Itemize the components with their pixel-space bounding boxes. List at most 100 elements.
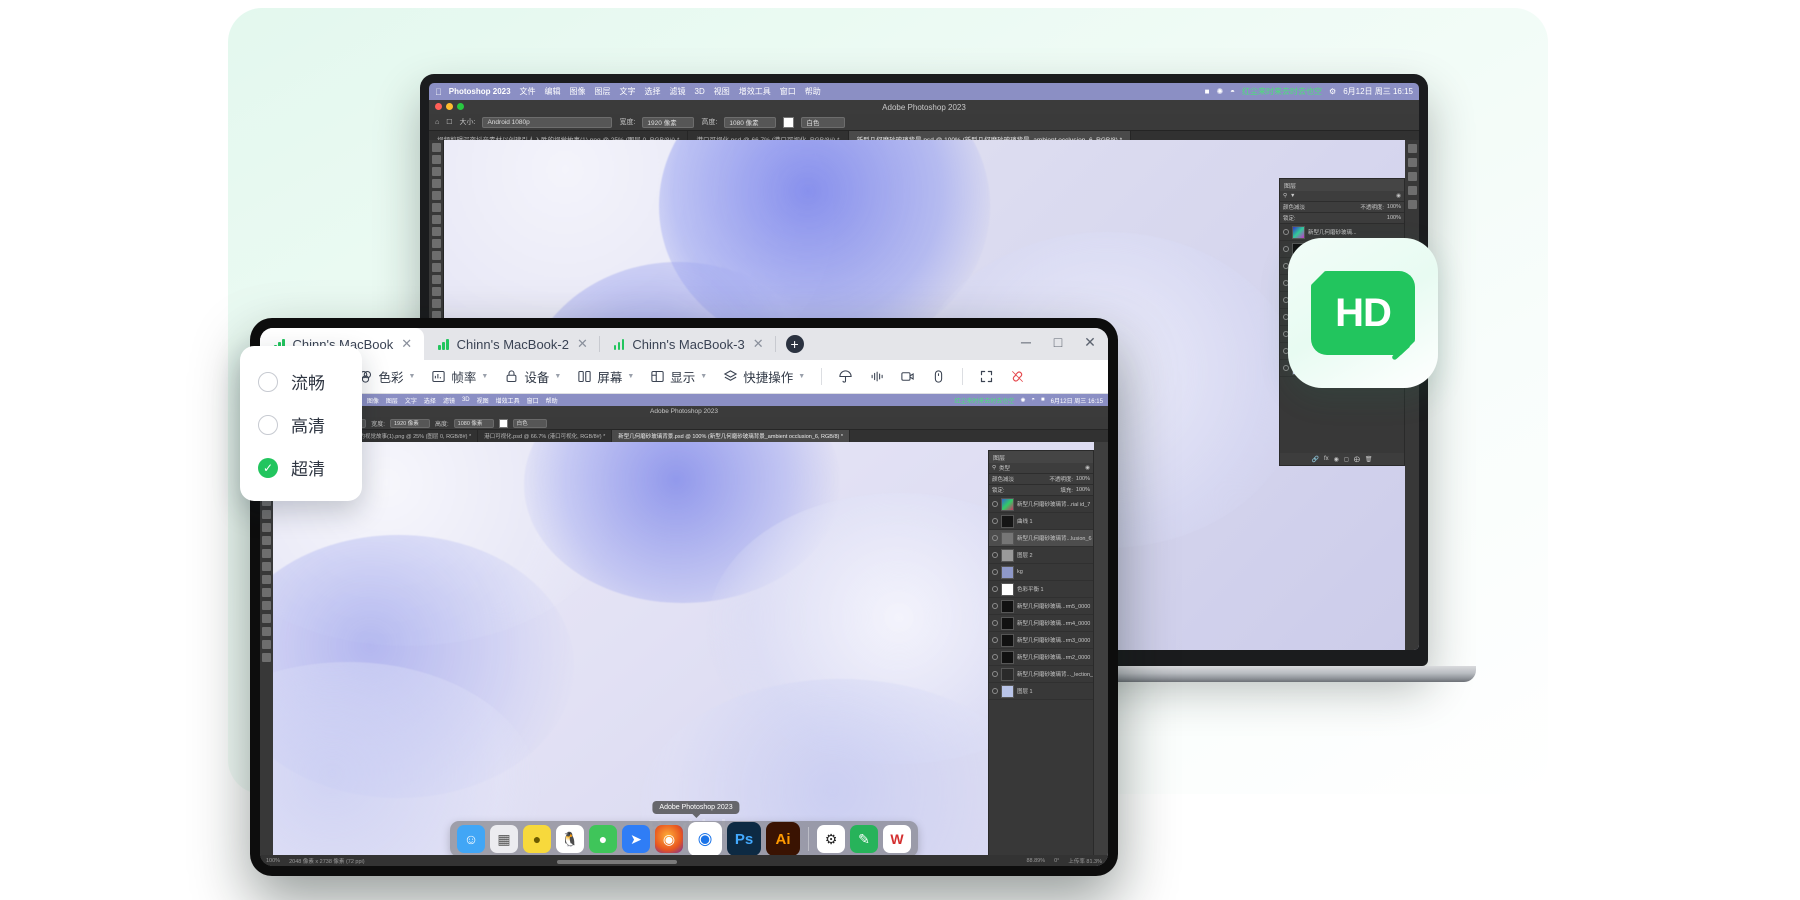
- dock-launchpad-icon[interactable]: ▦: [490, 825, 518, 853]
- maximize-button[interactable]: □: [1050, 334, 1066, 350]
- remote-doc-tab-3[interactable]: 新型几何磨砂玻璃背景.psd @ 100% (新型几何磨砂玻璃背景_ambien…: [612, 430, 851, 442]
- layer-visibility-icon[interactable]: [992, 654, 998, 660]
- laptop-menu-select[interactable]: 选择: [645, 86, 661, 97]
- add-mask-icon[interactable]: ◉: [1334, 456, 1339, 463]
- layer-visibility-icon[interactable]: [992, 637, 998, 643]
- dock-notes-icon[interactable]: ●: [523, 825, 551, 853]
- gradient-tool-icon[interactable]: [431, 263, 441, 272]
- dock-finder-icon[interactable]: ☺: [457, 825, 485, 853]
- heal-tool-icon[interactable]: [431, 215, 441, 224]
- home-icon[interactable]: ⌂: [435, 119, 439, 126]
- laptop-menu-window[interactable]: 窗口: [780, 86, 796, 97]
- eraser-tool-icon[interactable]: [262, 562, 271, 571]
- remote-fill-value[interactable]: 100%: [1076, 487, 1090, 493]
- table-row[interactable]: 新型几何磨砂玻璃...rm3_0000: [989, 632, 1093, 649]
- laptop-menu-image[interactable]: 图像: [570, 86, 586, 97]
- toolbar-audio-button[interactable]: [862, 365, 891, 388]
- laptop-size-select[interactable]: Android 1080p: [482, 116, 613, 128]
- laptop-blend-mode[interactable]: 颜色减淡: [1283, 203, 1305, 211]
- close-button[interactable]: ✕: [1082, 334, 1098, 350]
- pen-tool-icon[interactable]: [262, 601, 271, 610]
- laptop-traffic-lights[interactable]: [435, 103, 464, 110]
- quality-dropdown-menu[interactable]: 流畅 高清 ✓ 超清: [240, 346, 362, 501]
- laptop-layers-footer[interactable]: 🔗 fx ◉ ◻ ⨁ 🗑: [1280, 453, 1404, 465]
- stamp-tool-icon[interactable]: [262, 549, 271, 558]
- tab-close-icon[interactable]: ✕: [577, 336, 588, 352]
- text-tool-icon[interactable]: [431, 299, 441, 308]
- layer-visibility-icon[interactable]: [992, 688, 998, 694]
- toolbar-file-transfer-button[interactable]: [831, 365, 860, 388]
- layer-visibility-icon[interactable]: [992, 586, 998, 592]
- layer-filter-toggle-icon[interactable]: ◉: [1085, 465, 1090, 471]
- quality-option-hd[interactable]: 高清: [240, 403, 362, 446]
- delete-layer-icon[interactable]: 🗑: [1365, 456, 1373, 463]
- brush-tool-icon[interactable]: [431, 227, 441, 236]
- layer-visibility-icon[interactable]: [1283, 229, 1289, 235]
- layer-visibility-icon[interactable]: [992, 671, 998, 677]
- search-icon[interactable]: ⚲: [992, 465, 996, 471]
- text-tool-icon[interactable]: [262, 614, 271, 623]
- tab-close-icon[interactable]: ✕: [753, 336, 764, 352]
- table-row[interactable]: 图层 1: [989, 683, 1093, 700]
- remote-menu-3d[interactable]: 3D: [462, 397, 470, 403]
- laptop-menu-file[interactable]: 文件: [520, 86, 536, 97]
- radio-unchecked-icon[interactable]: [258, 371, 278, 392]
- laptop-menu-layer[interactable]: 图层: [595, 86, 611, 97]
- table-row[interactable]: kg: [989, 564, 1093, 581]
- layer-visibility-icon[interactable]: [992, 603, 998, 609]
- marquee-tool-icon[interactable]: [431, 155, 441, 164]
- laptop-menu-edit[interactable]: 编辑: [545, 86, 561, 97]
- eyedropper-tool-icon[interactable]: [431, 203, 441, 212]
- remote-layers-type-label[interactable]: 类型: [999, 464, 1010, 472]
- layer-style-icon[interactable]: fx: [1324, 456, 1329, 462]
- remote-layers-filter-row[interactable]: ⚲ 类型 ◉: [989, 463, 1093, 474]
- remote-blend-row[interactable]: 颜色减淡 不透明度: 100%: [989, 474, 1093, 485]
- close-traffic-light[interactable]: [435, 103, 442, 110]
- heal-tool-icon[interactable]: [262, 523, 271, 532]
- remote-color-select[interactable]: 白色: [512, 418, 547, 428]
- hand-tool-icon[interactable]: [262, 640, 271, 649]
- tab-chinns-macbook-2[interactable]: Chinn's MacBook-2 ✕: [424, 328, 600, 360]
- minimize-button[interactable]: ─: [1018, 334, 1034, 350]
- laptop-lock-row[interactable]: 锁定: 100%: [1280, 213, 1404, 224]
- dock-illustrator-icon[interactable]: Ai: [766, 822, 800, 856]
- table-row[interactable]: 新型几何磨砂玻璃...rm4_0000: [989, 615, 1093, 632]
- gradient-tool-icon[interactable]: [262, 575, 271, 584]
- brush-tool-icon[interactable]: [262, 536, 271, 545]
- radio-checked-icon[interactable]: ✓: [258, 457, 278, 478]
- remote-menu-view[interactable]: 视图: [477, 396, 489, 405]
- pen-tool-icon[interactable]: [431, 287, 441, 296]
- dock-mail-icon[interactable]: ➤: [622, 825, 650, 853]
- laptop-fill-value[interactable]: 100%: [1387, 215, 1401, 221]
- remote-screen[interactable]:  Photoshop 2023 文件 编辑 图像 图层 文字 选择 滤镜 3D…: [260, 394, 1108, 866]
- radio-unchecked-icon[interactable]: [258, 414, 278, 435]
- table-row[interactable]: 新型几何磨砂玻璃...rm2_0000: [989, 649, 1093, 666]
- laptop-color-select[interactable]: 白色: [801, 116, 846, 128]
- search-icon[interactable]: ⚲: [1283, 193, 1287, 199]
- laptop-blend-row[interactable]: 颜色减淡 不透明度: 100%: [1280, 202, 1404, 213]
- quality-option-smooth[interactable]: 流畅: [240, 360, 362, 403]
- toolbar-display-button[interactable]: 显示 ▼: [643, 363, 714, 390]
- dock-photoshop-icon[interactable]: Ps: [727, 822, 761, 856]
- new-group-icon[interactable]: ◻: [1344, 456, 1349, 463]
- remote-menu-filter[interactable]: 滤镜: [443, 396, 455, 405]
- layer-visibility-icon[interactable]: [992, 501, 998, 507]
- apple-menu-icon[interactable]: : [435, 87, 442, 97]
- dock-qq-icon[interactable]: 🐧: [556, 825, 584, 853]
- dock-wps-writer-icon[interactable]: ✎: [850, 825, 878, 853]
- eraser-tool-icon[interactable]: [431, 251, 441, 260]
- control-center-icon[interactable]: ⚙: [1329, 87, 1336, 96]
- remote-layers-panel[interactable]: 图层 ⚲ 类型 ◉ 颜色减淡 不透明度: 100% 锁定: 填充: 100% 新…: [988, 450, 1094, 862]
- lasso-tool-icon[interactable]: [431, 167, 441, 176]
- table-row[interactable]: 色彩平衡 1: [989, 581, 1093, 598]
- remote-ps-toolbox[interactable]: [260, 442, 273, 866]
- laptop-width-input[interactable]: 1920 像素: [642, 116, 695, 128]
- blur-tool-icon[interactable]: [431, 275, 441, 284]
- laptop-menu-type[interactable]: 文字: [620, 86, 636, 97]
- eyedropper-tool-icon[interactable]: [262, 510, 271, 519]
- laptop-menu-plugins[interactable]: 增效工具: [739, 86, 771, 97]
- add-tab-button[interactable]: +: [785, 335, 804, 353]
- blur-tool-icon[interactable]: [262, 588, 271, 597]
- layer-visibility-icon[interactable]: [992, 552, 998, 558]
- laptop-opacity-value[interactable]: 100%: [1387, 204, 1401, 210]
